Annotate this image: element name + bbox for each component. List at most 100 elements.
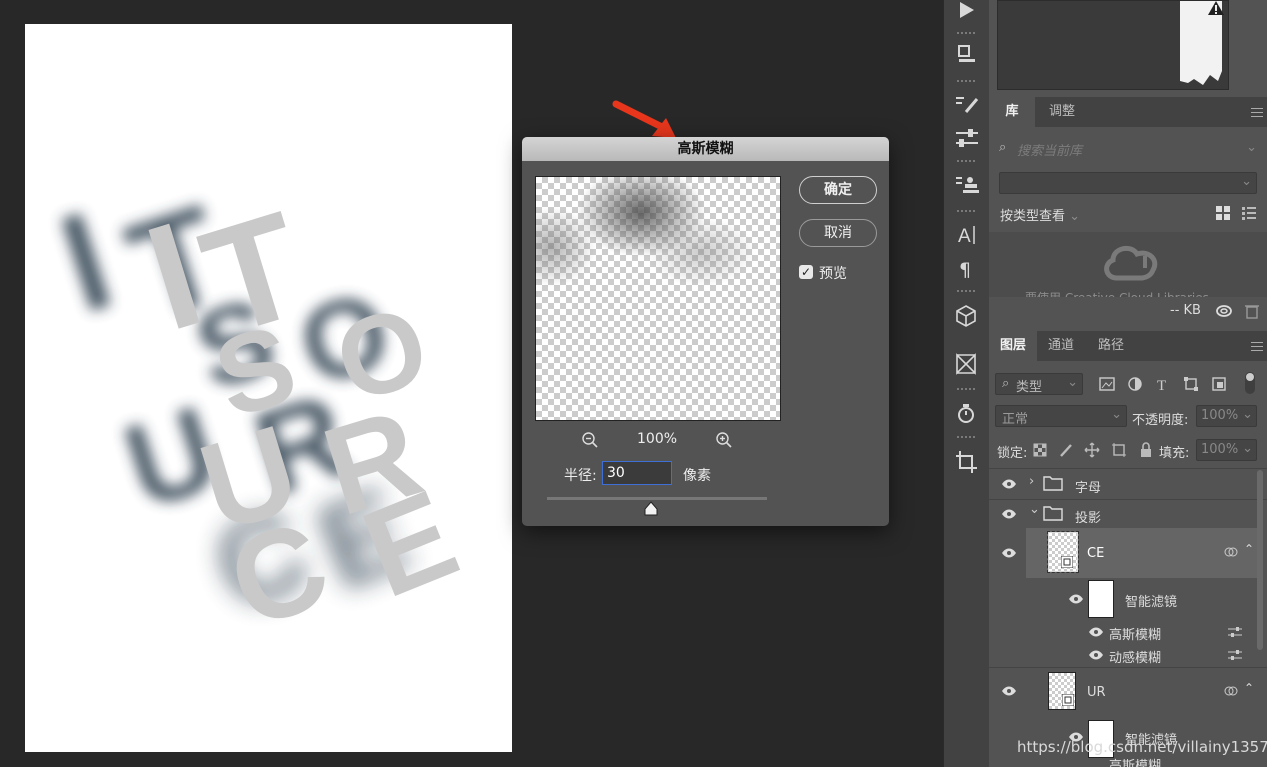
trash-icon[interactable] [1245,303,1259,319]
lock-position-icon[interactable] [1084,442,1100,458]
smart-object-badge-icon [1061,556,1073,568]
blending-options-icon[interactable] [1228,649,1242,661]
panel-menu-icon[interactable] [1251,108,1263,117]
tab-channels[interactable]: 通道 [1037,331,1085,361]
filter-adjustment-icon[interactable] [1127,376,1143,392]
smart-filter-link-icon[interactable] [1224,685,1238,697]
chevron-down-icon: ⌄ [1111,407,1122,422]
tab-library[interactable]: 库 [989,97,1035,127]
chevron-down-icon: ⌄ [1242,441,1253,456]
library-size: -- KB [1170,303,1201,318]
tab-adjustments[interactable]: 调整 [1037,97,1087,127]
library-tabbar: 库 调整 [989,97,1267,127]
visibility-eye-icon[interactable] [1088,627,1104,637]
zoom-out-icon[interactable] [581,431,599,449]
fill-input[interactable]: 100% ⌄ [1196,439,1257,461]
layer-ur[interactable]: UR ⌃ [989,668,1267,716]
character-icon[interactable]: A [944,220,989,248]
watermark-text: https://blog.csdn.net/villainy13579 [1017,738,1267,756]
layer-group-shadow[interactable]: ⌄ 投影 [989,500,1267,528]
library-dropdown[interactable]: ⌄ [999,172,1257,194]
filter-mask-thumbnail [1088,580,1114,618]
layers-scrollbar[interactable] [1257,470,1263,650]
filter-shape-icon[interactable] [1183,376,1199,392]
cancel-button[interactable]: 取消 [799,219,877,247]
library-search[interactable]: ⌕ 搜索当前库 ⌄ [997,138,1257,160]
crop-icon[interactable] [944,448,989,476]
filter-motion-blur[interactable]: 动感模糊 [989,644,1267,666]
svg-text:T: T [1157,378,1166,392]
layer-ce[interactable]: CE ⌃ [1026,528,1258,578]
view-by-label: 按类型查看 [1000,209,1066,224]
document-canvas[interactable]: I T S O U R C E I T S O U R C E [25,24,512,752]
opacity-input[interactable]: 100% ⌄ [1196,405,1257,427]
filter-gaussian-blur[interactable]: 高斯模糊 [989,758,1267,767]
dialog-title[interactable]: 高斯模糊 [522,137,889,161]
folder-icon [1043,476,1063,491]
panel-grip[interactable] [957,388,977,390]
filter-gaussian-blur[interactable]: 高斯模糊 [989,621,1267,643]
filter-pixel-icon[interactable] [1099,377,1115,391]
lock-all-icon[interactable] [1139,442,1153,458]
panel-grip[interactable] [957,160,977,162]
chevron-right-icon[interactable]: › [1029,474,1034,489]
tab-layers[interactable]: 图层 [989,331,1037,361]
lock-artboard-icon[interactable] [1111,442,1127,458]
layer-name: CE [1087,546,1105,561]
library-search-placeholder: 搜索当前库 [1017,144,1083,159]
preview-checkbox[interactable]: ✓ [799,265,813,279]
blur-preview[interactable] [535,176,781,421]
radius-slider-track[interactable] [547,497,767,500]
visibility-eye-icon[interactable] [1068,594,1084,604]
filter-type-icon[interactable]: T [1155,376,1171,392]
chevron-down-icon[interactable]: ⌄ [1029,502,1040,517]
play-icon[interactable] [944,0,989,24]
visibility-eye-icon[interactable] [1001,479,1017,489]
bowtie-icon[interactable] [944,350,989,378]
panel-grip[interactable] [957,436,977,438]
typography-artwork: I T S O U R C E I T S O U R C E [43,175,475,656]
view-by-type[interactable]: 按类型查看 ⌄ [1000,205,1080,224]
warning-icon[interactable] [1208,1,1224,15]
grid-view-icon[interactable] [1215,205,1231,221]
filter-toggle[interactable] [1245,372,1255,394]
blending-options-icon[interactable] [1228,626,1242,638]
panel-grip[interactable] [957,32,977,34]
filter-smart-object-icon[interactable] [1211,376,1227,392]
clone-source-icon[interactable] [944,170,989,198]
visibility-eye-icon[interactable] [1001,509,1017,519]
list-view-icon[interactable] [1241,205,1257,221]
ok-button[interactable]: 确定 [799,176,877,204]
panel-grip[interactable] [957,210,977,212]
layer-group-letters[interactable]: › 字母 [989,469,1267,499]
smart-filter-link-icon[interactable] [1224,546,1238,558]
collapse-effects-icon[interactable]: ⌃ [1244,542,1254,556]
red-arrow-annotation [612,100,676,138]
timer-icon[interactable] [944,400,989,428]
3d-object-icon[interactable] [944,40,989,68]
radius-slider-thumb[interactable] [643,501,659,517]
collapse-effects-icon[interactable]: ⌃ [1244,681,1254,695]
layer-filter-kind[interactable]: ⌕ 类型 ⌄ [995,373,1083,395]
tab-paths[interactable]: 路径 [1087,331,1135,361]
blend-mode-select[interactable]: 正常 ⌄ [995,405,1127,427]
panel-grip[interactable] [957,290,977,292]
lock-transparent-icon[interactable] [1033,443,1047,457]
visibility-eye-icon[interactable] [1001,548,1017,558]
panel-menu-icon[interactable] [1251,342,1263,351]
adjust-sliders-icon[interactable] [944,124,989,152]
smart-filters-row[interactable]: 智能滤镜 [989,578,1267,620]
visibility-eye-icon[interactable] [1001,686,1017,696]
search-icon: ⌕ [999,140,1007,155]
lock-pixels-icon[interactable] [1059,443,1073,457]
3d-cube-icon[interactable] [944,302,989,330]
brush-presets-icon[interactable] [944,90,989,118]
paragraph-icon[interactable]: ¶ [944,254,989,282]
panel-grip[interactable] [957,80,977,82]
zoom-in-icon[interactable] [715,431,733,449]
visibility-eye-icon[interactable] [1088,650,1104,660]
zoom-level: 100% [637,431,678,447]
cc-sync-icon[interactable] [1215,304,1233,318]
radius-input[interactable] [602,461,672,485]
panel-tool-strip: A ¶ [943,0,990,767]
